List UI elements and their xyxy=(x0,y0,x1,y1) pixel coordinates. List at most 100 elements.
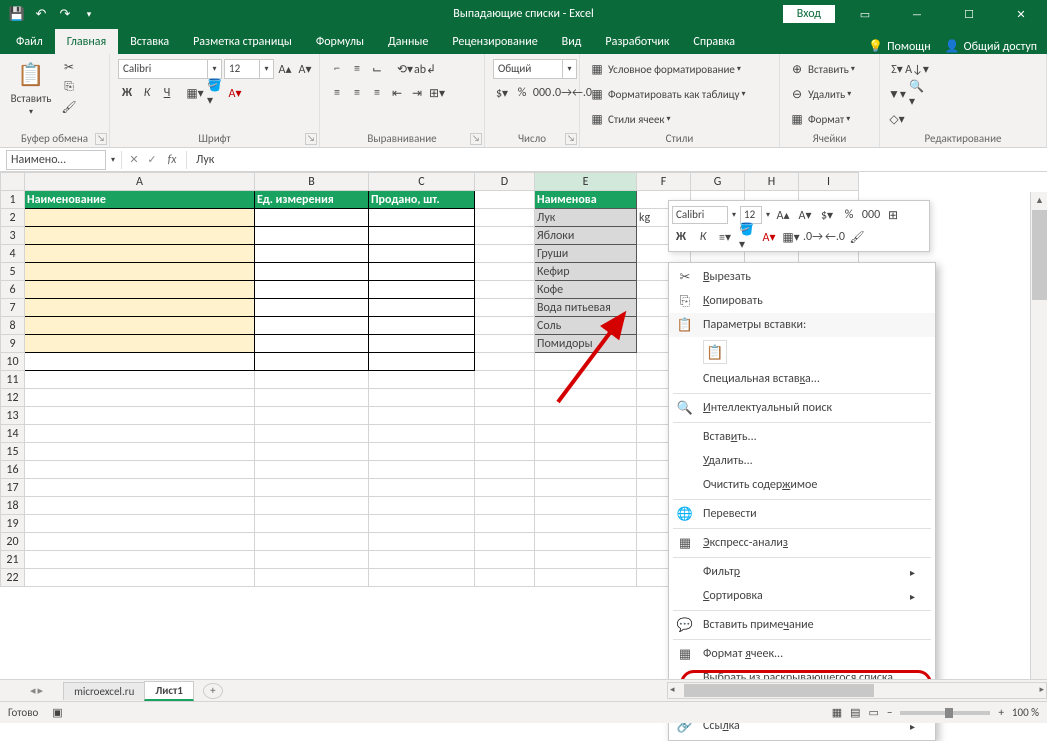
wrap-text-icon[interactable]: ab↲ xyxy=(416,60,434,78)
row-header-7[interactable]: 7 xyxy=(1,299,25,317)
zoom-level[interactable]: 100 % xyxy=(1012,706,1039,719)
view-page-icon[interactable]: ▤ xyxy=(850,706,860,719)
sheet-nav-last-icon[interactable]: ▸ xyxy=(38,684,44,697)
row-header-5[interactable]: 5 xyxy=(1,263,25,281)
cell-C11[interactable] xyxy=(369,371,475,389)
cell-B2[interactable] xyxy=(255,209,369,227)
cell-B18[interactable] xyxy=(255,497,369,515)
cell-C18[interactable] xyxy=(369,497,475,515)
cell-E1[interactable]: Наименова xyxy=(535,191,637,209)
indent-dec-icon[interactable]: ⇤ xyxy=(388,84,406,102)
cancel-icon[interactable]: ✕ xyxy=(125,153,143,166)
mini-font-color-icon[interactable]: A▾ xyxy=(760,228,778,246)
menu-quick-analysis[interactable]: ▦Экспресс-анализ xyxy=(669,531,935,555)
mini-grow-icon[interactable]: A▴ xyxy=(774,206,792,224)
zoom-out-button[interactable]: − xyxy=(887,706,892,719)
mini-shrink-icon[interactable]: A▾ xyxy=(796,206,814,224)
cell-A10[interactable] xyxy=(25,353,255,371)
row-header-4[interactable]: 4 xyxy=(1,245,25,263)
tab-help[interactable]: Справка xyxy=(681,29,747,54)
maximize-button[interactable]: ☐ xyxy=(947,0,991,28)
cell-C1[interactable]: Продано, шт. xyxy=(369,191,475,209)
mini-fill-icon[interactable]: 🪣▾ xyxy=(738,228,756,246)
align-center-icon[interactable]: ≡ xyxy=(348,84,366,102)
delete-cells-button[interactable]: ⊖Удалить▾ xyxy=(788,83,851,105)
cell-C4[interactable] xyxy=(369,245,475,263)
cell-E16[interactable] xyxy=(535,461,637,479)
dialog-launcher[interactable]: ↘ xyxy=(95,133,107,145)
align-left-icon[interactable]: ≡ xyxy=(328,84,346,102)
align-bottom-icon[interactable]: ⌙ xyxy=(368,60,386,78)
vertical-scrollbar[interactable]: ▲ ▼ xyxy=(1030,192,1047,699)
cell-D5[interactable] xyxy=(475,263,535,281)
column-header-F[interactable]: F xyxy=(637,173,691,191)
font-name-combo[interactable]: Calibri▾ xyxy=(118,59,222,79)
cell-B21[interactable] xyxy=(255,551,369,569)
cell-D12[interactable] xyxy=(475,389,535,407)
close-button[interactable]: ✕ xyxy=(999,0,1043,28)
cell-styles-button[interactable]: ▦Стили ячеек▾ xyxy=(588,108,671,130)
row-header-15[interactable]: 15 xyxy=(1,443,25,461)
font-color-icon[interactable]: A▾ xyxy=(226,84,244,102)
dialog-launcher[interactable]: ↘ xyxy=(470,133,482,145)
fx-icon[interactable]: fx xyxy=(161,153,183,167)
clear-icon[interactable]: ◇▾ xyxy=(888,110,906,128)
cell-A7[interactable] xyxy=(25,299,255,317)
zoom-in-button[interactable]: + xyxy=(998,706,1003,719)
row-header-6[interactable]: 6 xyxy=(1,281,25,299)
mini-font-name[interactable]: Calibri xyxy=(672,206,728,224)
scroll-up-icon[interactable]: ▲ xyxy=(1031,192,1047,209)
column-header-H[interactable]: H xyxy=(745,173,799,191)
paste-option-default[interactable]: 📋 xyxy=(703,340,727,364)
cell-C2[interactable] xyxy=(369,209,475,227)
row-header-10[interactable]: 10 xyxy=(1,353,25,371)
cell-D20[interactable] xyxy=(475,533,535,551)
align-right-icon[interactable]: ≡ xyxy=(368,84,386,102)
cell-C9[interactable] xyxy=(369,335,475,353)
dialog-launcher[interactable]: ↘ xyxy=(305,133,317,145)
cell-C13[interactable] xyxy=(369,407,475,425)
cell-E21[interactable] xyxy=(535,551,637,569)
cell-D7[interactable] xyxy=(475,299,535,317)
cell-C7[interactable] xyxy=(369,299,475,317)
menu-insert[interactable]: Вставить... xyxy=(669,425,935,449)
column-header-E[interactable]: E xyxy=(535,173,637,191)
merge-icon[interactable]: ⊞▾ xyxy=(428,84,446,102)
sheet-tab-2[interactable]: Лист1 xyxy=(144,681,194,701)
bold-button[interactable]: Ж xyxy=(118,84,136,102)
row-header-21[interactable]: 21 xyxy=(1,551,25,569)
cell-E10[interactable] xyxy=(535,353,637,371)
tab-developer[interactable]: Разработчик xyxy=(593,29,681,54)
ribbon-display-icon[interactable]: ▭ xyxy=(843,0,887,28)
row-header-22[interactable]: 22 xyxy=(1,569,25,587)
underline-button[interactable]: Ч xyxy=(158,84,176,102)
row-header-12[interactable]: 12 xyxy=(1,389,25,407)
cell-B17[interactable] xyxy=(255,479,369,497)
row-header-8[interactable]: 8 xyxy=(1,317,25,335)
cell-A2[interactable] xyxy=(25,209,255,227)
format-painter-icon[interactable]: 🖌 xyxy=(60,98,78,116)
row-header-3[interactable]: 3 xyxy=(1,227,25,245)
cell-D22[interactable] xyxy=(475,569,535,587)
cell-A3[interactable] xyxy=(25,227,255,245)
currency-icon[interactable]: $▾ xyxy=(493,84,511,102)
menu-translate[interactable]: 🌐Перевести xyxy=(669,502,935,526)
view-normal-icon[interactable]: ▦ xyxy=(832,706,842,719)
shrink-font-icon[interactable]: A▾ xyxy=(296,60,314,78)
cell-D13[interactable] xyxy=(475,407,535,425)
cell-C16[interactable] xyxy=(369,461,475,479)
share-button[interactable]: 👤 Общий доступ xyxy=(945,39,1037,54)
cell-E22[interactable] xyxy=(535,569,637,587)
cell-E11[interactable] xyxy=(535,371,637,389)
font-size-combo[interactable]: 12▾ xyxy=(224,59,274,79)
cell-D9[interactable] xyxy=(475,335,535,353)
orientation-icon[interactable]: ⟲▾ xyxy=(396,60,414,78)
cell-A16[interactable] xyxy=(25,461,255,479)
mini-italic-button[interactable]: К xyxy=(694,228,712,246)
cell-C20[interactable] xyxy=(369,533,475,551)
cell-C6[interactable] xyxy=(369,281,475,299)
cell-B19[interactable] xyxy=(255,515,369,533)
column-header-D[interactable]: D xyxy=(475,173,535,191)
cell-A19[interactable] xyxy=(25,515,255,533)
menu-clear[interactable]: Очистить содержимое xyxy=(669,473,935,497)
